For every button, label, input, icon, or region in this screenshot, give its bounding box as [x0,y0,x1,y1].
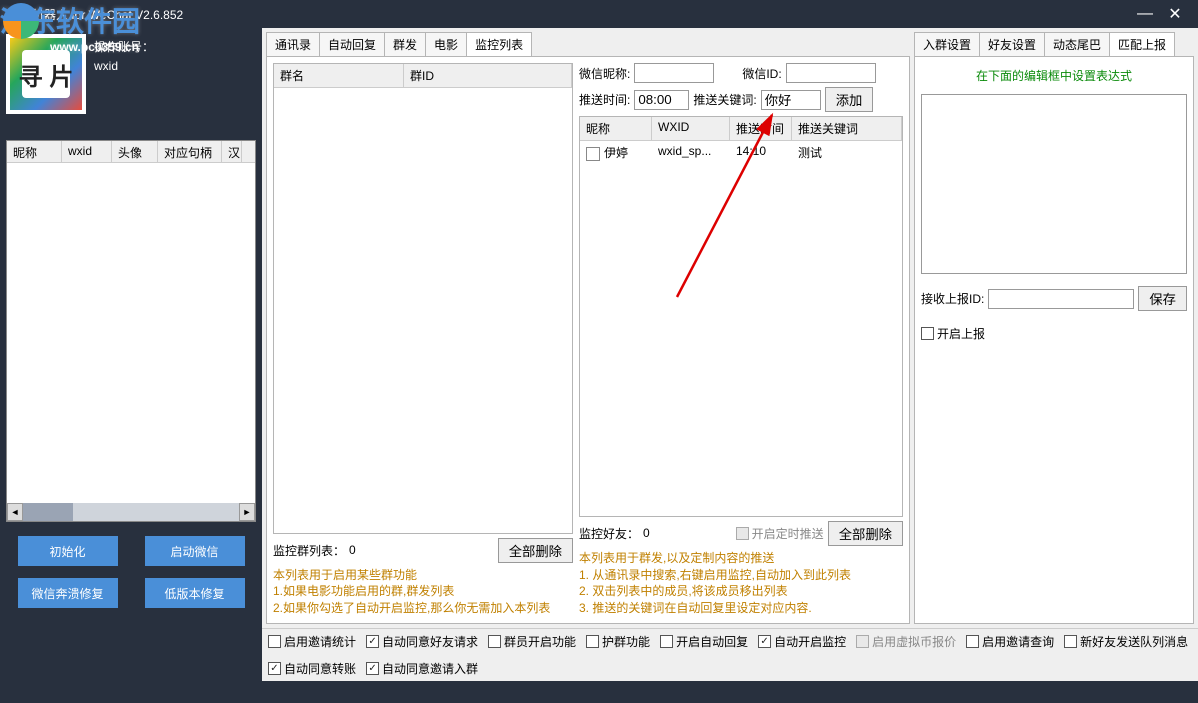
monitor-group-count-label: 监控群列表： [273,542,345,559]
tab-电影[interactable]: 电影 [425,32,467,56]
monitor-friend-list[interactable]: 昵称 WXID 推送时间 推送关键词 伊婷 wxid_sp... 14:10 测… [579,116,903,517]
account-grid[interactable]: 昵称 wxid 头像 对应句柄 汉 ◄ ► [6,140,256,522]
footer-checkbox-护群功能[interactable]: 护群功能 [586,633,650,650]
footer-checkbox-启用邀请查询[interactable]: 启用邀请查询 [966,633,1054,650]
tab-好友设置[interactable]: 好友设置 [979,32,1045,56]
footer-checkbox-自动开启监控[interactable]: ✓自动开启监控 [758,633,846,650]
push-time-label: 推送时间: [579,91,630,108]
scroll-left-icon[interactable]: ◄ [7,503,23,521]
scroll-thumb[interactable] [23,503,73,521]
watermark-logo [3,3,39,39]
col-nick[interactable]: 昵称 [580,117,652,140]
delete-all-friends-button[interactable]: 全部删除 [828,521,903,546]
grid-col-avatar[interactable]: 头像 [112,141,158,162]
start-wechat-button[interactable]: 启动微信 [145,536,245,566]
low-version-fix-button[interactable]: 低版本修复 [145,578,245,608]
recv-id-input[interactable] [988,289,1134,309]
add-button[interactable]: 添加 [825,87,874,112]
col-keyword[interactable]: 推送关键词 [792,117,902,140]
title-bar: 寻片机器人 for WeChat V2.6.852 — ✕ [0,0,1198,28]
save-button[interactable]: 保存 [1138,286,1187,311]
timer-push-checkbox[interactable]: 开启定时推送 [736,525,824,542]
footer-options: 启用邀请统计✓自动同意好友请求群员开启功能护群功能开启自动回复✓自动开启监控启用… [262,628,1198,681]
nick-input[interactable] [634,63,714,83]
expression-hint: 在下面的编辑框中设置表达式 [921,63,1187,88]
close-button[interactable]: ✕ [1160,4,1190,24]
monitor-group-count: 0 [349,543,356,557]
footer-checkbox-新好友发送队列消息[interactable]: 新好友发送队列消息 [1064,633,1188,650]
footer-checkbox-启用虚拟币报价: 启用虚拟币报价 [856,633,956,650]
row-checkbox[interactable] [586,147,600,161]
scroll-right-icon[interactable]: ► [239,503,255,521]
monitor-friend-count-label: 监控好友： [579,525,639,542]
account-label: 操作账号： [94,38,256,55]
minimize-button[interactable]: — [1130,5,1160,23]
recv-id-label: 接收上报ID: [921,290,984,307]
tab-匹配上报[interactable]: 匹配上报 [1109,32,1175,56]
account-wxid: wxid [94,59,256,73]
col-time[interactable]: 推送时间 [730,117,792,140]
init-button[interactable]: 初始化 [18,536,118,566]
group-note: 本列表用于启用某些群功能1.如果电影功能启用的群,群发列表2.如果你勾选了自动开… [273,567,573,617]
push-time-input[interactable] [634,90,689,110]
push-keyword-label: 推送关键词: [693,91,756,108]
enable-report-checkbox[interactable]: 开启上报 [921,325,1187,342]
crash-fix-button[interactable]: 微信奔溃修复 [18,578,118,608]
sidebar: 寻 片 操作账号： wxid 昵称 wxid 头像 对应句柄 汉 ◄ ► 初始化… [0,28,262,628]
delete-all-groups-button[interactable]: 全部删除 [498,538,573,563]
wxid-label: 微信ID: [742,65,781,82]
nick-label: 微信昵称: [579,65,630,82]
push-keyword-input[interactable] [761,90,821,110]
grid-scrollbar[interactable]: ◄ ► [7,503,255,521]
tab-动态尾巴[interactable]: 动态尾巴 [1044,32,1110,56]
avatar: 寻 片 [6,34,86,114]
grid-col-wxid[interactable]: wxid [62,141,112,162]
tab-自动回复[interactable]: 自动回复 [319,32,385,56]
tab-监控列表[interactable]: 监控列表 [466,32,532,56]
friend-note: 本列表用于群发,以及定制内容的推送1. 从通讯录中搜索,右键启用监控,自动加入到… [579,550,903,617]
tab-入群设置[interactable]: 入群设置 [914,32,980,56]
col-group-id[interactable]: 群ID [404,64,572,87]
footer-checkbox-群员开启功能[interactable]: 群员开启功能 [488,633,576,650]
footer-checkbox-自动同意好友请求[interactable]: ✓自动同意好友请求 [366,633,478,650]
monitor-group-list[interactable]: 群名 群ID [273,63,573,534]
grid-col-nick[interactable]: 昵称 [7,141,62,162]
grid-col-handle[interactable]: 对应句柄 [158,141,222,162]
wxid-input[interactable] [786,63,876,83]
footer-checkbox-开启自动回复[interactable]: 开启自动回复 [660,633,748,650]
tab-通讯录[interactable]: 通讯录 [266,32,320,56]
window-title: 寻片机器人 for WeChat V2.6.852 [8,6,1130,23]
expression-textarea[interactable] [921,94,1187,274]
footer-checkbox-自动同意转账[interactable]: ✓自动同意转账 [268,660,356,677]
grid-col-extra[interactable]: 汉 [222,141,242,162]
table-row[interactable]: 伊婷 wxid_sp... 14:10 测试 [580,141,902,164]
monitor-friend-count: 0 [643,526,650,540]
col-group-name[interactable]: 群名 [274,64,404,87]
col-wxid[interactable]: WXID [652,117,730,140]
footer-checkbox-启用邀请统计[interactable]: 启用邀请统计 [268,633,356,650]
footer-checkbox-自动同意邀请入群[interactable]: ✓自动同意邀请入群 [366,660,478,677]
tab-群发[interactable]: 群发 [384,32,426,56]
